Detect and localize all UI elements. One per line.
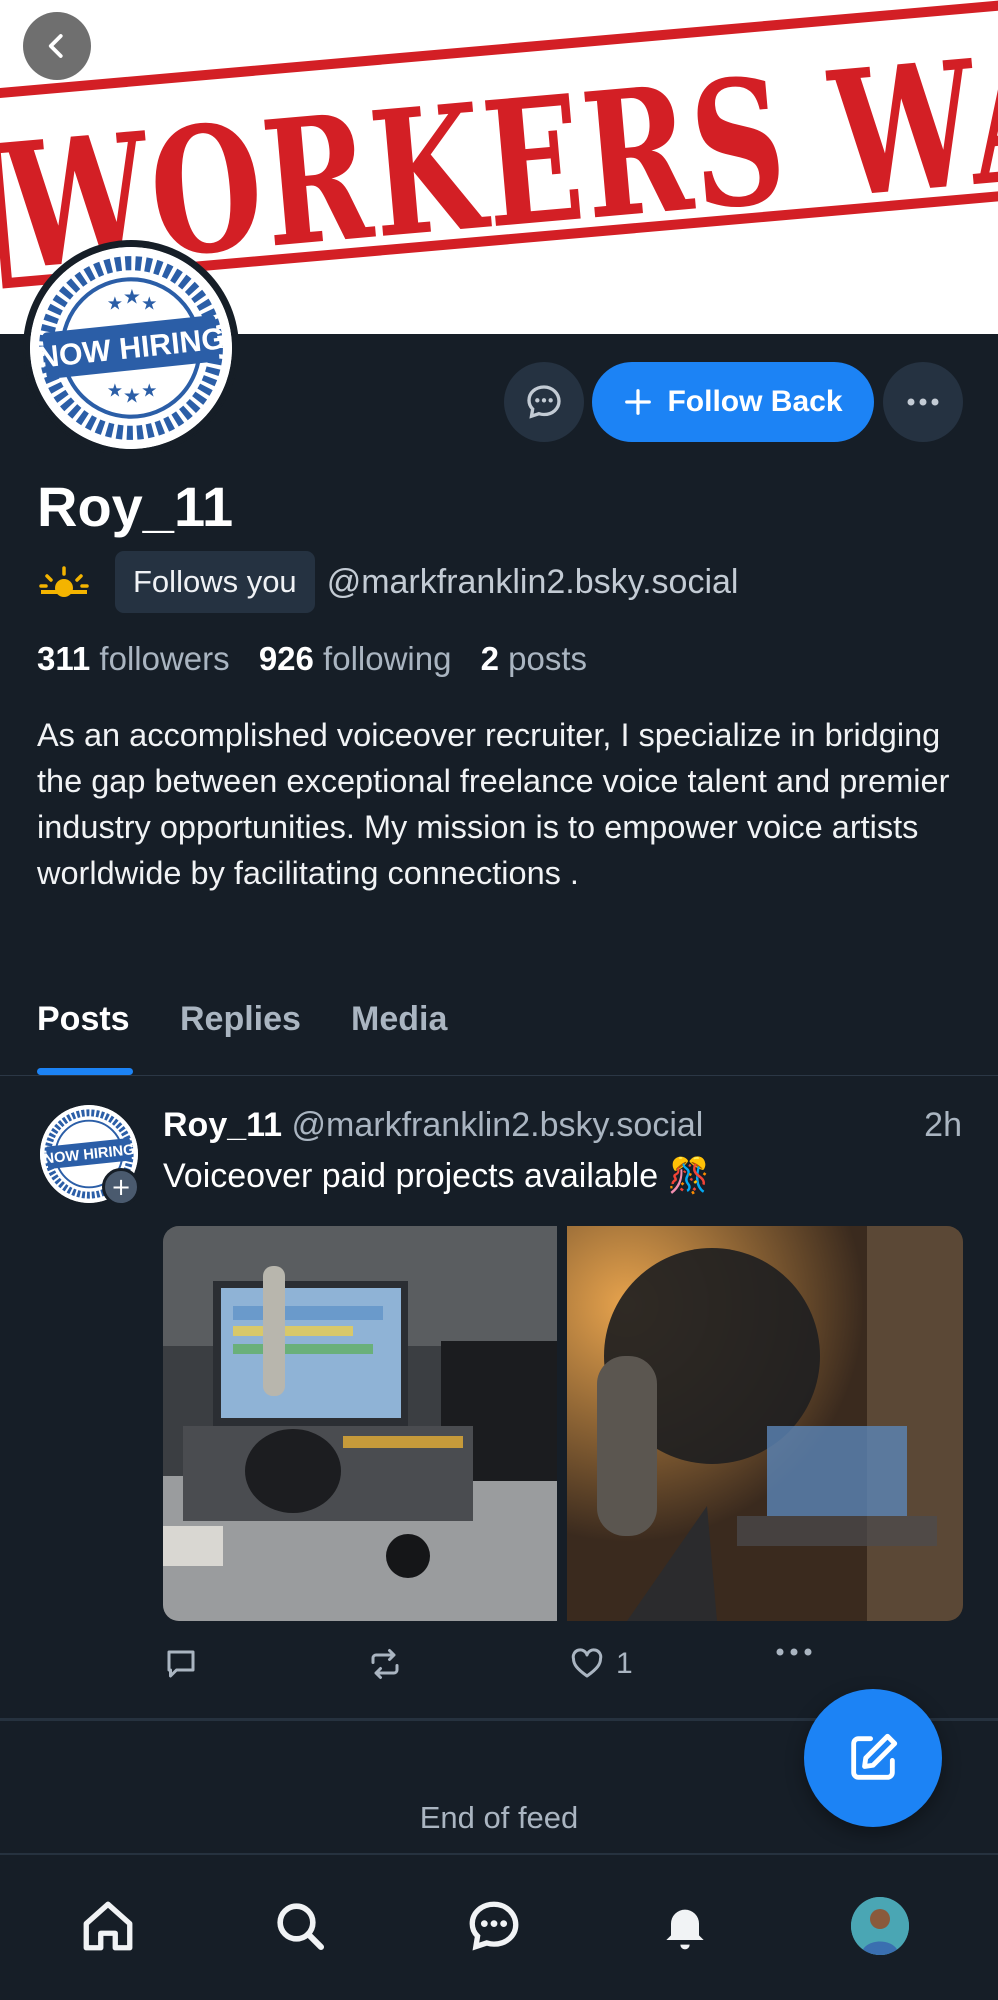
more-options-button[interactable] [883, 362, 963, 442]
profile-bio: As an accomplished voiceover recruiter, … [37, 717, 950, 891]
chat-icon [469, 1901, 519, 1951]
profile-badges: Follows you @markfranklin2.bsky.social [37, 551, 738, 613]
profile-tabs: Posts Replies Media [0, 976, 998, 1076]
post-image-microphone[interactable] [567, 1226, 963, 1621]
back-button[interactable] [23, 12, 91, 80]
svg-text:★: ★ [107, 294, 123, 315]
ellipsis-icon [907, 398, 939, 406]
profile-display-name: Roy_11 [37, 475, 234, 538]
like-button[interactable]: 1 [568, 1646, 633, 1682]
post-more-button[interactable] [774, 1646, 814, 1658]
following-label: following [323, 640, 452, 677]
svg-text:★: ★ [141, 380, 157, 401]
compose-icon [851, 1733, 898, 1780]
bottom-nav [0, 1853, 998, 2000]
tab-media[interactable]: Media [351, 1000, 447, 1039]
reply-button[interactable] [163, 1646, 199, 1682]
active-tab-indicator [37, 1068, 133, 1075]
now-hiring-seal: ★ ★ ★ NOW HIRING ★ ★ ★ [30, 247, 232, 449]
svg-text:★: ★ [107, 380, 123, 401]
chevron-left-icon [48, 34, 63, 58]
post-timestamp[interactable]: 2h [924, 1106, 962, 1145]
followers-count: 311 [37, 640, 91, 677]
plus-icon [625, 389, 652, 415]
nav-search[interactable] [265, 1891, 335, 1961]
nav-chat[interactable] [459, 1891, 529, 1961]
tab-replies[interactable]: Replies [180, 1000, 301, 1039]
post-author-handle[interactable]: @markfranklin2.bsky.social [292, 1106, 704, 1144]
compose-post-button[interactable] [804, 1689, 942, 1827]
svg-text:★: ★ [123, 285, 141, 309]
following-count: 926 [258, 640, 314, 677]
search-icon [277, 1903, 325, 1951]
followers-label: followers [99, 640, 230, 677]
posts-stat: 2 posts [481, 640, 587, 677]
chat-bubble-icon [527, 385, 561, 419]
svg-text:★: ★ [123, 384, 141, 408]
like-count: 1 [616, 1647, 633, 1680]
post-text: Voiceover paid projects available 🎊 [163, 1157, 710, 1195]
heart-icon [571, 1648, 603, 1678]
svg-text:★: ★ [141, 294, 157, 315]
follow-back-label: Follow Back [667, 385, 843, 418]
comment-icon [167, 1650, 195, 1678]
sunrise-icon [39, 566, 89, 597]
nav-profile[interactable] [845, 1891, 915, 1961]
posts-count: 2 [480, 640, 499, 677]
profile-avatar[interactable]: ★ ★ ★ NOW HIRING ★ ★ ★ [25, 242, 237, 454]
post-author-name[interactable]: Roy_11 [163, 1106, 282, 1144]
profile-avatar-icon [851, 1897, 909, 1955]
ellipsis-icon [776, 1648, 812, 1656]
tab-posts[interactable]: Posts [37, 1000, 130, 1039]
repost-icon [371, 1649, 399, 1679]
bell-icon [666, 1909, 704, 1950]
nav-home[interactable] [73, 1891, 143, 1961]
profile-stats: 311 followers 926 following 2 posts [37, 640, 587, 678]
posts-label: posts [508, 640, 588, 677]
follows-you-badge: Follows you [115, 551, 315, 613]
repost-button[interactable] [366, 1646, 404, 1682]
follow-plus-icon[interactable]: + [102, 1168, 140, 1206]
profile-handle[interactable]: @markfranklin2.bsky.social [327, 563, 739, 602]
post-image-studio[interactable] [163, 1226, 557, 1621]
follow-back-button[interactable]: Follow Back [592, 362, 874, 442]
nav-notifications[interactable] [650, 1891, 720, 1961]
home-icon [83, 1901, 133, 1951]
post-header: Roy_11 @markfranklin2.bsky.social [163, 1106, 703, 1145]
following-link[interactable]: 926 following [259, 640, 452, 677]
followers-link[interactable]: 311 followers [37, 640, 230, 677]
message-button[interactable] [504, 362, 584, 442]
